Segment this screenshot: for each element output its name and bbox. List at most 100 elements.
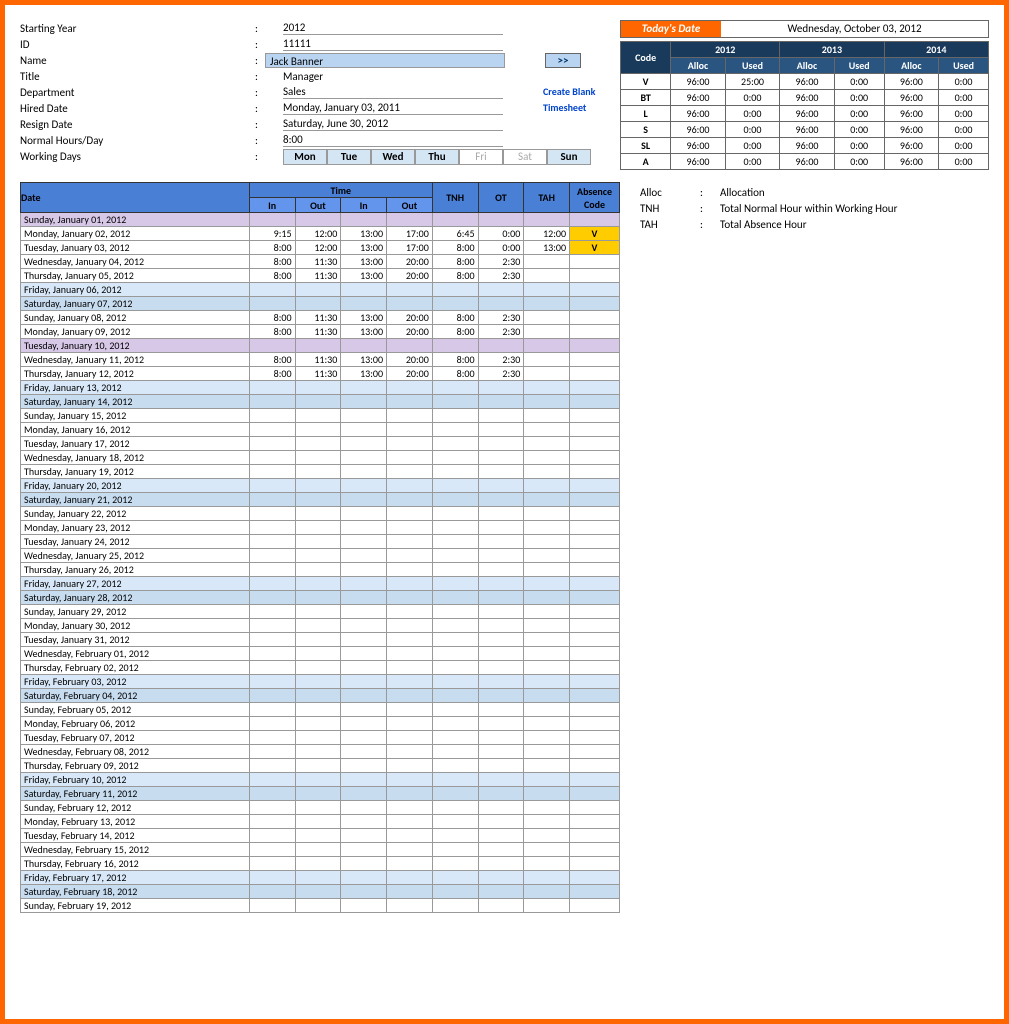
timesheet-row[interactable]: Sunday, February 12, 2012	[21, 801, 620, 815]
timesheet-row[interactable]: Wednesday, February 15, 2012	[21, 843, 620, 857]
time-cell[interactable]: 8:00	[249, 241, 295, 255]
time-cell[interactable]	[295, 829, 341, 843]
time-cell[interactable]	[432, 787, 478, 801]
time-cell[interactable]: 8:00	[249, 255, 295, 269]
time-cell[interactable]	[295, 339, 341, 353]
time-cell[interactable]	[524, 703, 570, 717]
time-cell[interactable]	[295, 759, 341, 773]
timesheet-row[interactable]: Friday, January 06, 2012	[21, 283, 620, 297]
absence-cell[interactable]	[570, 591, 620, 605]
time-cell[interactable]	[524, 745, 570, 759]
time-cell[interactable]	[341, 829, 387, 843]
time-cell[interactable]	[341, 577, 387, 591]
time-cell[interactable]	[478, 535, 524, 549]
time-cell[interactable]	[387, 423, 433, 437]
time-cell[interactable]	[249, 465, 295, 479]
time-cell[interactable]: 2:30	[478, 311, 524, 325]
time-cell[interactable]	[478, 661, 524, 675]
time-cell[interactable]	[432, 213, 478, 227]
time-cell[interactable]	[295, 661, 341, 675]
time-cell[interactable]	[295, 451, 341, 465]
time-cell[interactable]	[524, 437, 570, 451]
absence-cell[interactable]	[570, 605, 620, 619]
time-cell[interactable]	[387, 773, 433, 787]
time-cell[interactable]	[341, 451, 387, 465]
time-cell[interactable]: 11:30	[295, 325, 341, 339]
next-button[interactable]: >>	[545, 53, 581, 68]
day-toggle[interactable]: Tue	[327, 149, 371, 165]
timesheet-row[interactable]: Wednesday, January 25, 2012	[21, 549, 620, 563]
time-cell[interactable]	[341, 591, 387, 605]
time-cell[interactable]	[387, 619, 433, 633]
time-cell[interactable]	[387, 381, 433, 395]
time-cell[interactable]	[295, 479, 341, 493]
time-cell[interactable]	[432, 675, 478, 689]
time-cell[interactable]	[524, 773, 570, 787]
time-cell[interactable]: 13:00	[341, 269, 387, 283]
time-cell[interactable]	[432, 689, 478, 703]
time-cell[interactable]	[249, 647, 295, 661]
time-cell[interactable]: 13:00	[341, 325, 387, 339]
time-cell[interactable]	[387, 899, 433, 913]
timesheet-row[interactable]: Friday, February 17, 2012	[21, 871, 620, 885]
time-cell[interactable]	[387, 843, 433, 857]
time-cell[interactable]	[295, 717, 341, 731]
timesheet-row[interactable]: Saturday, January 28, 2012	[21, 591, 620, 605]
absence-cell[interactable]	[570, 255, 620, 269]
time-cell[interactable]	[478, 213, 524, 227]
time-cell[interactable]	[341, 731, 387, 745]
time-cell[interactable]: 2:30	[478, 353, 524, 367]
time-cell[interactable]	[432, 829, 478, 843]
time-cell[interactable]: 8:00	[249, 353, 295, 367]
time-cell[interactable]	[478, 451, 524, 465]
time-cell[interactable]: 2:30	[478, 325, 524, 339]
absence-cell[interactable]	[570, 759, 620, 773]
time-cell[interactable]	[387, 451, 433, 465]
time-cell[interactable]	[432, 535, 478, 549]
time-cell[interactable]	[524, 521, 570, 535]
time-cell[interactable]	[341, 647, 387, 661]
time-cell[interactable]	[432, 409, 478, 423]
absence-cell[interactable]	[570, 577, 620, 591]
time-cell[interactable]	[249, 633, 295, 647]
time-cell[interactable]	[387, 493, 433, 507]
time-cell[interactable]	[295, 745, 341, 759]
time-cell[interactable]	[524, 619, 570, 633]
time-cell[interactable]	[387, 521, 433, 535]
time-cell[interactable]	[341, 661, 387, 675]
timesheet-row[interactable]: Friday, February 03, 2012	[21, 675, 620, 689]
time-cell[interactable]	[249, 731, 295, 745]
time-cell[interactable]	[249, 717, 295, 731]
absence-cell[interactable]	[570, 381, 620, 395]
time-cell[interactable]	[341, 675, 387, 689]
time-cell[interactable]: 12:00	[295, 227, 341, 241]
time-cell[interactable]	[341, 465, 387, 479]
time-cell[interactable]	[432, 493, 478, 507]
time-cell[interactable]	[524, 297, 570, 311]
time-cell[interactable]	[524, 857, 570, 871]
time-cell[interactable]	[524, 689, 570, 703]
timesheet-row[interactable]: Monday, January 16, 2012	[21, 423, 620, 437]
time-cell[interactable]: 13:00	[341, 353, 387, 367]
time-cell[interactable]	[524, 283, 570, 297]
time-cell[interactable]	[524, 507, 570, 521]
timesheet-row[interactable]: Monday, February 13, 2012	[21, 815, 620, 829]
time-cell[interactable]	[432, 661, 478, 675]
time-cell[interactable]	[295, 689, 341, 703]
time-cell[interactable]	[295, 563, 341, 577]
timesheet-row[interactable]: Wednesday, February 01, 2012	[21, 647, 620, 661]
timesheet-row[interactable]: Saturday, January 14, 2012	[21, 395, 620, 409]
time-cell[interactable]	[387, 563, 433, 577]
day-toggle[interactable]: Sat	[503, 149, 547, 165]
time-cell[interactable]	[249, 423, 295, 437]
time-cell[interactable]	[387, 633, 433, 647]
absence-cell[interactable]	[570, 479, 620, 493]
time-cell[interactable]	[478, 409, 524, 423]
time-cell[interactable]: 12:00	[524, 227, 570, 241]
time-cell[interactable]	[432, 521, 478, 535]
time-cell[interactable]	[478, 773, 524, 787]
time-cell[interactable]	[478, 787, 524, 801]
time-cell[interactable]	[432, 283, 478, 297]
time-cell[interactable]	[295, 899, 341, 913]
time-cell[interactable]	[478, 465, 524, 479]
